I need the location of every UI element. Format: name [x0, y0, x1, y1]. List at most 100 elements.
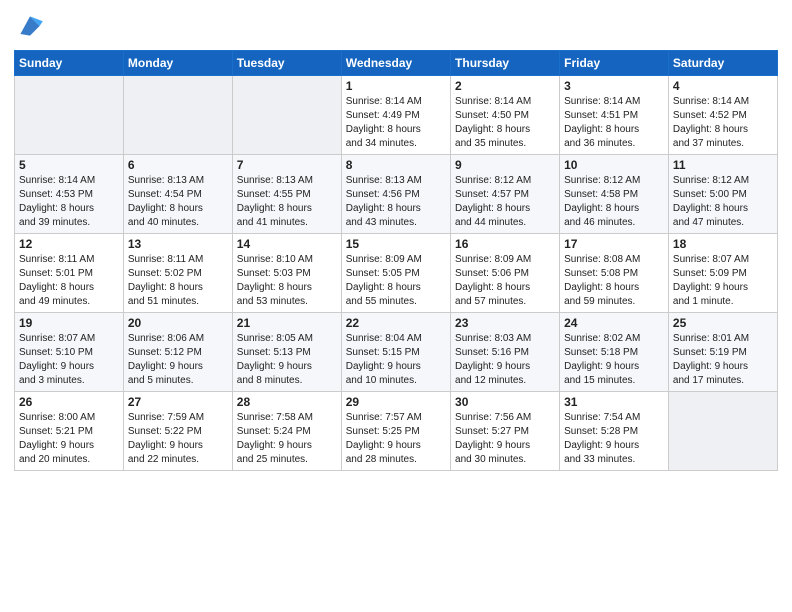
page: SundayMondayTuesdayWednesdayThursdayFrid… [0, 0, 792, 481]
calendar-cell: 25 Sunrise: 8:01 AM Sunset: 5:19 PM Dayli… [668, 313, 777, 392]
day-number: 18 [673, 237, 773, 251]
day-number: 27 [128, 395, 228, 409]
day-info: Sunrise: 8:05 AM Sunset: 5:13 PM Dayligh… [237, 332, 337, 388]
calendar-cell [123, 76, 232, 155]
day-info: Sunrise: 8:04 AM Sunset: 5:15 PM Dayligh… [346, 332, 446, 388]
day-info: Sunrise: 7:59 AM Sunset: 5:22 PM Dayligh… [128, 411, 228, 467]
day-info: Sunrise: 8:09 AM Sunset: 5:05 PM Dayligh… [346, 253, 446, 309]
day-info: Sunrise: 8:07 AM Sunset: 5:10 PM Dayligh… [19, 332, 119, 388]
calendar-cell: 4 Sunrise: 8:14 AM Sunset: 4:52 PM Daylig… [668, 76, 777, 155]
calendar-cell: 17 Sunrise: 8:08 AM Sunset: 5:08 PM Dayli… [560, 234, 669, 313]
day-info: Sunrise: 7:54 AM Sunset: 5:28 PM Dayligh… [564, 411, 664, 467]
day-number: 2 [455, 79, 555, 93]
calendar-cell: 29 Sunrise: 7:57 AM Sunset: 5:25 PM Dayli… [341, 392, 450, 471]
calendar-cell [232, 76, 341, 155]
day-number: 10 [564, 158, 664, 172]
calendar-cell: 24 Sunrise: 8:02 AM Sunset: 5:18 PM Dayli… [560, 313, 669, 392]
weekday-header-wednesday: Wednesday [341, 51, 450, 76]
day-info: Sunrise: 8:14 AM Sunset: 4:53 PM Dayligh… [19, 174, 119, 230]
calendar-cell: 22 Sunrise: 8:04 AM Sunset: 5:15 PM Dayli… [341, 313, 450, 392]
day-number: 5 [19, 158, 119, 172]
calendar-cell: 19 Sunrise: 8:07 AM Sunset: 5:10 PM Dayli… [15, 313, 124, 392]
day-number: 3 [564, 79, 664, 93]
calendar-cell: 8Sunrise: 8:13 AM Sunset: 4:56 PM Daylig… [341, 155, 450, 234]
day-number: 28 [237, 395, 337, 409]
header [14, 10, 778, 42]
calendar-cell: 7Sunrise: 8:13 AM Sunset: 4:55 PM Daylig… [232, 155, 341, 234]
day-info: Sunrise: 8:10 AM Sunset: 5:03 PM Dayligh… [237, 253, 337, 309]
calendar-cell: 20 Sunrise: 8:06 AM Sunset: 5:12 PM Dayli… [123, 313, 232, 392]
day-info: Sunrise: 8:06 AM Sunset: 5:12 PM Dayligh… [128, 332, 228, 388]
logo-icon [14, 10, 46, 42]
week-row-1: 1 Sunrise: 8:14 AM Sunset: 4:49 PM Daylig… [15, 76, 778, 155]
day-info: Sunrise: 8:01 AM Sunset: 5:19 PM Dayligh… [673, 332, 773, 388]
calendar-cell: 6Sunrise: 8:13 AM Sunset: 4:54 PM Daylig… [123, 155, 232, 234]
calendar-cell: 15 Sunrise: 8:09 AM Sunset: 5:05 PM Dayli… [341, 234, 450, 313]
day-number: 24 [564, 316, 664, 330]
day-info: Sunrise: 8:14 AM Sunset: 4:50 PM Dayligh… [455, 95, 555, 151]
day-number: 15 [346, 237, 446, 251]
day-number: 11 [673, 158, 773, 172]
day-number: 4 [673, 79, 773, 93]
day-number: 22 [346, 316, 446, 330]
calendar-cell: 3 Sunrise: 8:14 AM Sunset: 4:51 PM Daylig… [560, 76, 669, 155]
day-info: Sunrise: 8:08 AM Sunset: 5:08 PM Dayligh… [564, 253, 664, 309]
day-info: Sunrise: 8:13 AM Sunset: 4:54 PM Dayligh… [128, 174, 228, 230]
day-number: 25 [673, 316, 773, 330]
day-info: Sunrise: 8:07 AM Sunset: 5:09 PM Dayligh… [673, 253, 773, 309]
day-number: 26 [19, 395, 119, 409]
day-info: Sunrise: 8:14 AM Sunset: 4:51 PM Dayligh… [564, 95, 664, 151]
day-info: Sunrise: 8:02 AM Sunset: 5:18 PM Dayligh… [564, 332, 664, 388]
calendar-cell: 9 Sunrise: 8:12 AM Sunset: 4:57 PM Daylig… [451, 155, 560, 234]
day-info: Sunrise: 8:00 AM Sunset: 5:21 PM Dayligh… [19, 411, 119, 467]
calendar-cell: 18 Sunrise: 8:07 AM Sunset: 5:09 PM Dayli… [668, 234, 777, 313]
day-number: 21 [237, 316, 337, 330]
weekday-header-friday: Friday [560, 51, 669, 76]
logo [14, 10, 48, 42]
weekday-header-monday: Monday [123, 51, 232, 76]
week-row-4: 19 Sunrise: 8:07 AM Sunset: 5:10 PM Dayli… [15, 313, 778, 392]
day-number: 12 [19, 237, 119, 251]
day-number: 29 [346, 395, 446, 409]
calendar-cell: 14 Sunrise: 8:10 AM Sunset: 5:03 PM Dayli… [232, 234, 341, 313]
calendar-cell: 30Sunrise: 7:56 AM Sunset: 5:27 PM Dayli… [451, 392, 560, 471]
day-number: 9 [455, 158, 555, 172]
day-info: Sunrise: 8:14 AM Sunset: 4:49 PM Dayligh… [346, 95, 446, 151]
day-number: 19 [19, 316, 119, 330]
calendar-cell: 26 Sunrise: 8:00 AM Sunset: 5:21 PM Dayli… [15, 392, 124, 471]
calendar-table: SundayMondayTuesdayWednesdayThursdayFrid… [14, 50, 778, 471]
day-number: 8 [346, 158, 446, 172]
calendar-cell [15, 76, 124, 155]
week-row-5: 26 Sunrise: 8:00 AM Sunset: 5:21 PM Dayli… [15, 392, 778, 471]
day-info: Sunrise: 8:09 AM Sunset: 5:06 PM Dayligh… [455, 253, 555, 309]
week-row-3: 12Sunrise: 8:11 AM Sunset: 5:01 PM Dayli… [15, 234, 778, 313]
day-number: 14 [237, 237, 337, 251]
weekday-header-row: SundayMondayTuesdayWednesdayThursdayFrid… [15, 51, 778, 76]
day-number: 30 [455, 395, 555, 409]
day-number: 23 [455, 316, 555, 330]
day-number: 13 [128, 237, 228, 251]
weekday-header-sunday: Sunday [15, 51, 124, 76]
calendar-cell: 10 Sunrise: 8:12 AM Sunset: 4:58 PM Dayli… [560, 155, 669, 234]
day-info: Sunrise: 8:14 AM Sunset: 4:52 PM Dayligh… [673, 95, 773, 151]
calendar-cell [668, 392, 777, 471]
calendar-cell: 16Sunrise: 8:09 AM Sunset: 5:06 PM Dayli… [451, 234, 560, 313]
day-number: 7 [237, 158, 337, 172]
weekday-header-thursday: Thursday [451, 51, 560, 76]
calendar-cell: 12Sunrise: 8:11 AM Sunset: 5:01 PM Dayli… [15, 234, 124, 313]
day-number: 1 [346, 79, 446, 93]
day-number: 20 [128, 316, 228, 330]
day-number: 31 [564, 395, 664, 409]
day-info: Sunrise: 8:12 AM Sunset: 4:58 PM Dayligh… [564, 174, 664, 230]
day-info: Sunrise: 8:12 AM Sunset: 4:57 PM Dayligh… [455, 174, 555, 230]
calendar-cell: 31 Sunrise: 7:54 AM Sunset: 5:28 PM Dayli… [560, 392, 669, 471]
calendar-cell: 13Sunrise: 8:11 AM Sunset: 5:02 PM Dayli… [123, 234, 232, 313]
calendar-cell: 21 Sunrise: 8:05 AM Sunset: 5:13 PM Dayli… [232, 313, 341, 392]
day-number: 17 [564, 237, 664, 251]
calendar-cell: 27 Sunrise: 7:59 AM Sunset: 5:22 PM Dayli… [123, 392, 232, 471]
day-info: Sunrise: 7:57 AM Sunset: 5:25 PM Dayligh… [346, 411, 446, 467]
calendar-cell: 2 Sunrise: 8:14 AM Sunset: 4:50 PM Daylig… [451, 76, 560, 155]
weekday-header-saturday: Saturday [668, 51, 777, 76]
calendar-cell: 1 Sunrise: 8:14 AM Sunset: 4:49 PM Daylig… [341, 76, 450, 155]
calendar-cell: 5 Sunrise: 8:14 AM Sunset: 4:53 PM Daylig… [15, 155, 124, 234]
